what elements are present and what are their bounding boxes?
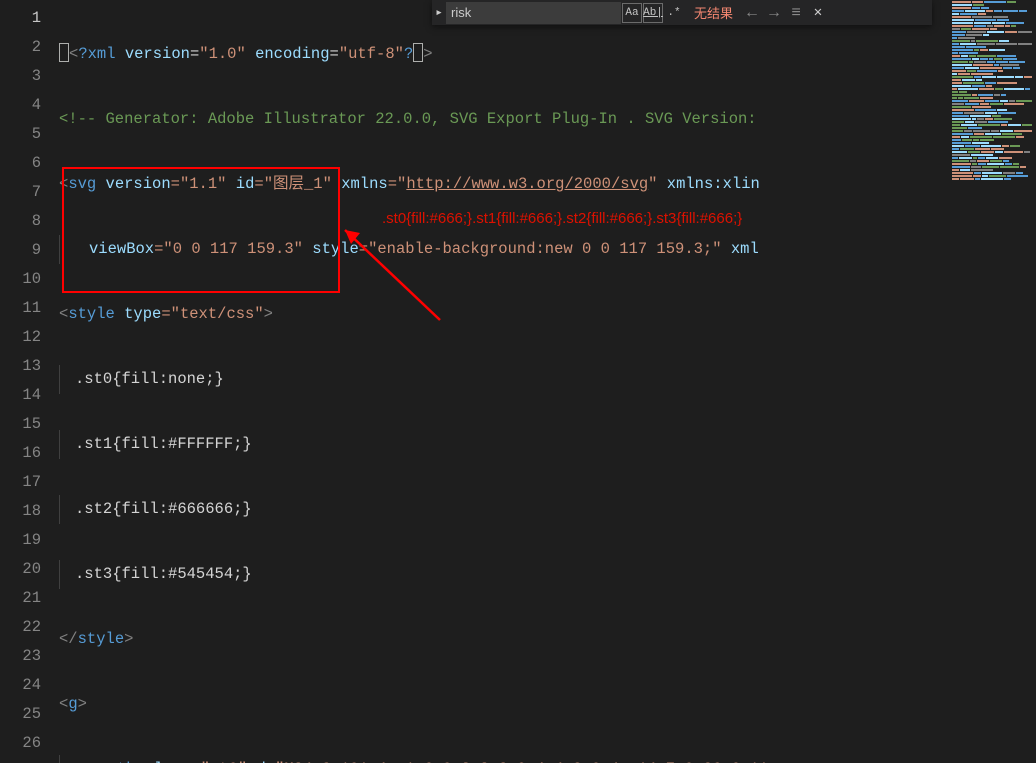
find-input[interactable] [446, 2, 621, 24]
code-line[interactable]: .st0{fill:none;} [55, 365, 948, 394]
line-number: 1 [0, 4, 41, 33]
annotation-text: .st0{fill:#666;}.st1{fill:#666;}.st2{fil… [382, 210, 742, 227]
code-area[interactable]: <?xml version="1.0" encoding="utf-8"?> <… [55, 0, 948, 763]
line-number: 7 [0, 178, 41, 207]
line-number: 4 [0, 91, 41, 120]
find-regex-toggle[interactable]: .* [664, 3, 684, 23]
line-number: 19 [0, 526, 41, 555]
annotation-arrow [330, 220, 450, 340]
find-case-toggle[interactable]: Aa [622, 3, 642, 23]
code-line[interactable]: <path class="st0" d="M34.2,101.4c-1.6-0.… [55, 755, 948, 763]
code-line[interactable]: <style type="text/css"> [55, 300, 948, 329]
line-number: 24 [0, 671, 41, 700]
line-number: 8 [0, 207, 41, 236]
code-line[interactable]: <svg version="1.1" id="图层_1" xmlns="http… [55, 170, 948, 199]
code-line[interactable]: <g> [55, 690, 948, 719]
line-number: 22 [0, 613, 41, 642]
find-in-selection-button[interactable]: ≡ [785, 2, 807, 24]
find-toggle-replace[interactable]: ▸ [432, 0, 446, 25]
find-result-count: 无结果 [694, 3, 733, 22]
code-line[interactable]: <!-- Generator: Adobe Illustrator 22.0.0… [55, 105, 948, 134]
line-number: 26 [0, 729, 41, 758]
line-number: 14 [0, 381, 41, 410]
line-number: 18 [0, 497, 41, 526]
find-next-button[interactable]: → [763, 2, 785, 24]
line-number: 20 [0, 555, 41, 584]
line-number: 15 [0, 410, 41, 439]
find-word-toggle[interactable]: Ab| [643, 3, 663, 23]
line-number: 23 [0, 642, 41, 671]
line-number: 16 [0, 439, 41, 468]
line-number: 5 [0, 120, 41, 149]
find-prev-button[interactable]: ← [741, 2, 763, 24]
cursor [413, 43, 423, 62]
line-number: 25 [0, 700, 41, 729]
line-number: 6 [0, 149, 41, 178]
line-number-gutter: 1 2 3 4 5 6 7 8 9 10 11 12 13 14 15 16 1… [0, 0, 55, 763]
line-number: 11 [0, 294, 41, 323]
line-number: 2 [0, 33, 41, 62]
code-editor[interactable]: 1 2 3 4 5 6 7 8 9 10 11 12 13 14 15 16 1… [0, 0, 948, 763]
line-number: 10 [0, 265, 41, 294]
code-line[interactable]: </style> [55, 625, 948, 654]
line-number: 12 [0, 323, 41, 352]
code-line[interactable]: .st3{fill:#545454;} [55, 560, 948, 589]
cursor [59, 43, 69, 62]
find-widget: ▸ Aa Ab| .* 无结果 ← → ≡ ✕ [432, 0, 932, 25]
line-number: 3 [0, 62, 41, 91]
line-number: 9 [0, 236, 41, 265]
code-line[interactable]: <?xml version="1.0" encoding="utf-8"?> [55, 40, 948, 69]
code-line[interactable]: viewBox="0 0 117 159.3" style="enable-ba… [55, 235, 948, 264]
code-line[interactable]: .st1{fill:#FFFFFF;} [55, 430, 948, 459]
code-line[interactable]: .st2{fill:#666666;} [55, 495, 948, 524]
minimap[interactable] [948, 0, 1036, 763]
line-number: 21 [0, 584, 41, 613]
line-number: 13 [0, 352, 41, 381]
find-close-button[interactable]: ✕ [807, 2, 829, 24]
line-number: 17 [0, 468, 41, 497]
